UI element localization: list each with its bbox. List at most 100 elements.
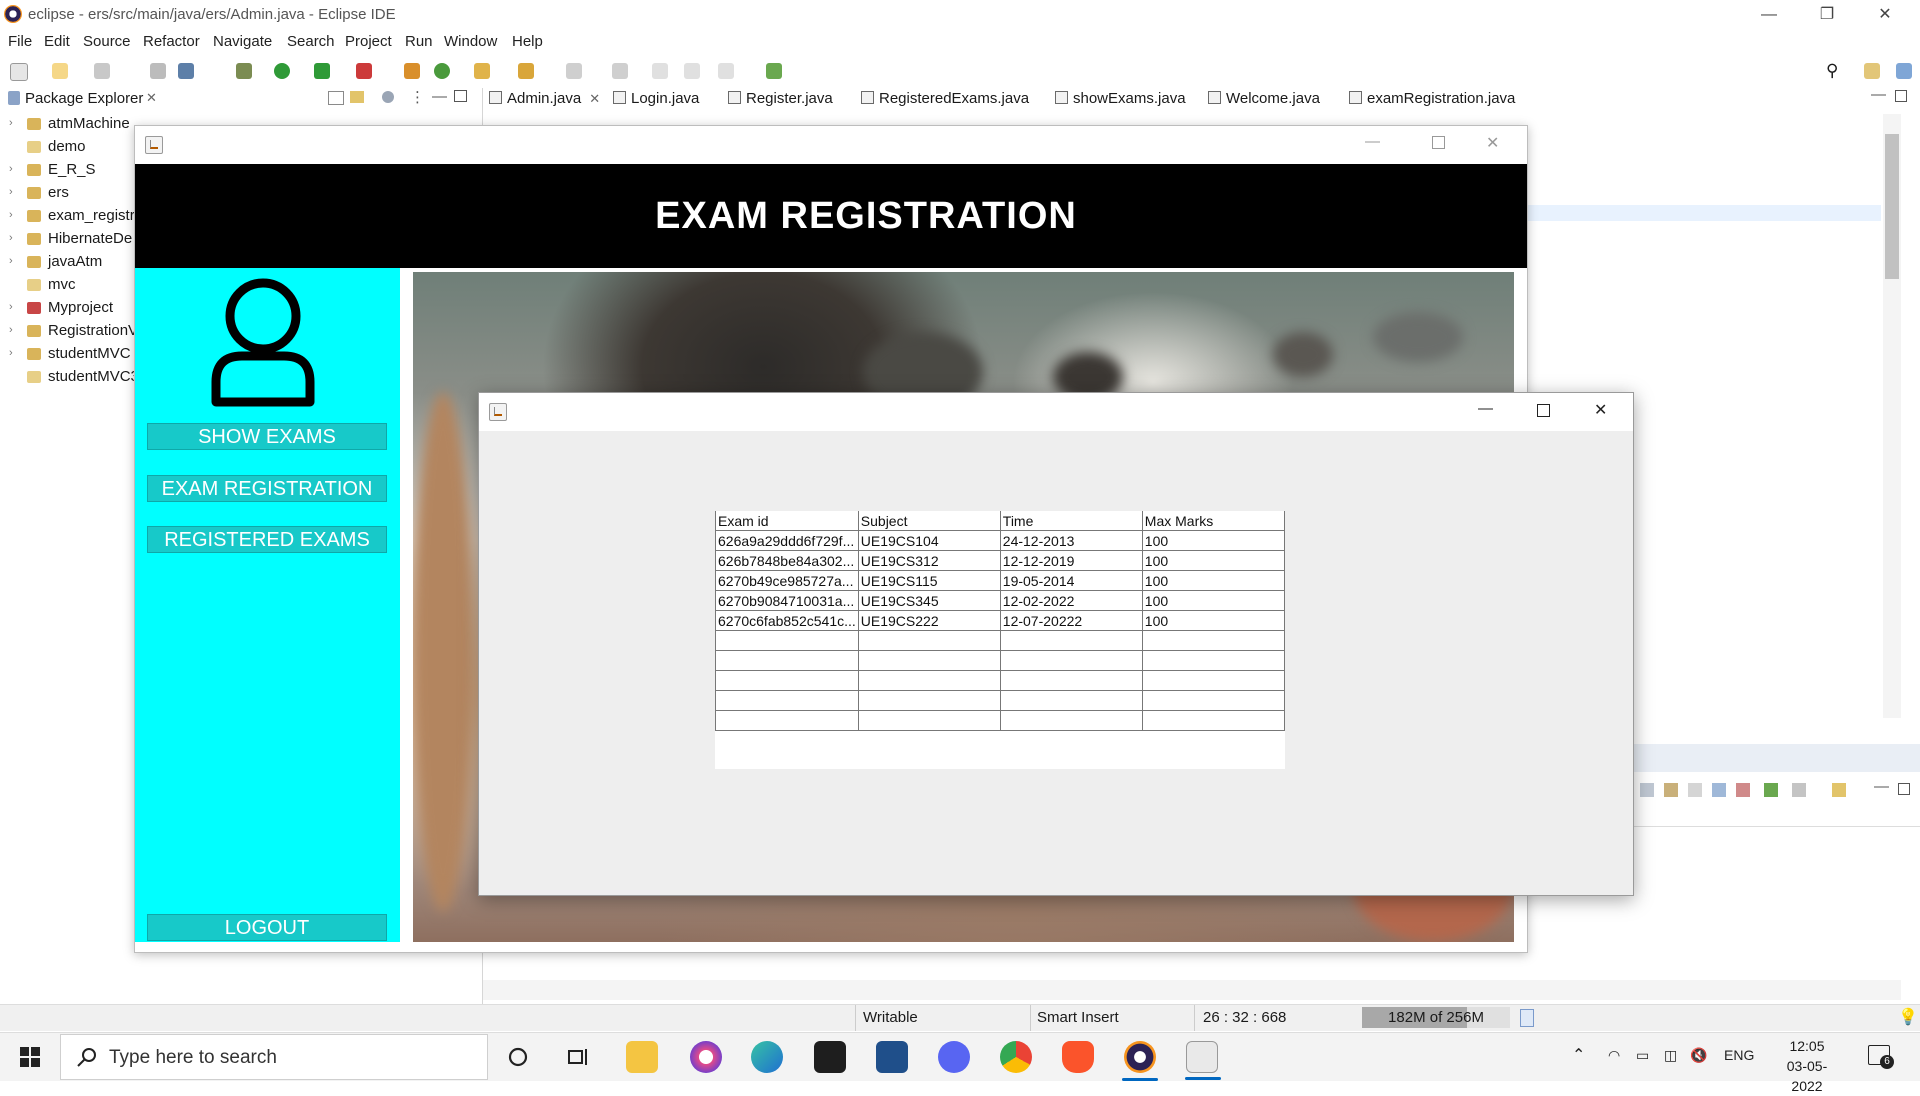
collapse-all-icon[interactable] [328,91,344,105]
cell-exam-id[interactable]: 626b7848be84a302... [715,550,859,571]
menu-navigate[interactable]: Navigate [213,33,272,50]
expand-arrow-icon[interactable]: › [9,232,13,244]
garbage-collect-icon[interactable] [1520,1009,1534,1027]
tab-examregistration-java[interactable]: examRegistration.java [1349,90,1515,107]
view-menu-icon[interactable]: ⋮ [410,88,425,106]
show-console-icon[interactable] [1712,783,1726,797]
heap-status[interactable]: 182M of 256M [1362,1007,1510,1028]
taskbar-search-box[interactable]: Type here to search [60,1034,488,1080]
cell-time[interactable]: 12-07-20222 [999,610,1143,631]
pin-console-icon[interactable] [1764,783,1778,797]
task-view-icon[interactable] [568,1047,590,1067]
cell-max-marks[interactable] [1141,690,1285,711]
maximize-panel-icon[interactable] [1898,783,1910,795]
link-editor-icon[interactable] [350,91,364,103]
project-myproject[interactable]: › Myproject [0,298,140,321]
cell-subject[interactable]: UE19CS345 [857,590,1001,611]
new-icon[interactable] [10,63,28,81]
tab-welcome-java[interactable]: Welcome.java [1208,90,1320,107]
volume-muted-icon[interactable]: 🔇 [1690,1047,1707,1064]
cell-max-marks[interactable] [1141,650,1285,671]
menu-source[interactable]: Source [83,33,131,50]
menu-search[interactable]: Search [287,33,335,50]
display-console-icon[interactable] [1792,783,1806,797]
cell-max-marks[interactable]: 100 [1141,570,1285,591]
minimize-editor-icon[interactable]: — [1871,86,1886,103]
system-clock[interactable]: 12:05 03-05-2022 [1772,1036,1842,1096]
cell-time[interactable] [999,710,1143,731]
cell-time[interactable]: 12-12-2019 [999,550,1143,571]
table-row[interactable]: 626a9a29ddd6f729f... UE19CS104 24-12-2013 1… [715,530,1285,551]
maximize-window-icon[interactable] [1537,404,1550,417]
meet-now-icon[interactable]: ◫ [1664,1047,1677,1064]
menu-window[interactable]: Window [444,33,497,50]
open-perspective-icon[interactable] [1864,63,1880,79]
print-icon[interactable] [150,63,166,79]
external-tools-icon[interactable] [356,63,372,79]
table-row[interactable] [715,650,1285,671]
editor-horizontal-scrollbar[interactable] [483,980,1901,1000]
table-row[interactable] [715,710,1285,731]
expand-arrow-icon[interactable]: › [9,301,13,313]
run-config-icon[interactable] [314,63,330,79]
table-row[interactable]: 6270b49ce985727a... UE19CS115 19-05-2014 10… [715,570,1285,591]
table-row[interactable] [715,630,1285,651]
editor-scroll-thumb[interactable] [1885,134,1899,279]
cell-subject[interactable]: UE19CS222 [857,610,1001,631]
table-row[interactable]: 626b7848be84a302... UE19CS312 12-12-2019 10… [715,550,1285,571]
cell-time[interactable] [999,690,1143,711]
cell-exam-id[interactable]: 6270b9084710031a... [715,590,859,611]
virtualbox-icon[interactable] [876,1041,908,1073]
cell-time[interactable]: 19-05-2014 [999,570,1143,591]
terminal-app-icon[interactable] [814,1041,846,1073]
cell-max-marks[interactable]: 100 [1141,530,1285,551]
cell-subject[interactable] [857,630,1001,651]
clear-console-icon[interactable] [1640,783,1654,797]
show-error-console-icon[interactable] [1736,783,1750,797]
expand-arrow-icon[interactable]: › [9,117,13,129]
cell-subject[interactable]: UE19CS104 [857,530,1001,551]
word-wrap-icon[interactable] [1688,783,1702,797]
exam-registration-button[interactable]: EXAM REGISTRATION [147,475,387,502]
column-header-max-marks[interactable]: Max Marks [1141,511,1285,531]
tip-lightbulb-icon[interactable]: 💡 [1898,1007,1918,1027]
cell-time[interactable]: 24-12-2013 [999,530,1143,551]
maximize-window-icon[interactable] [1432,136,1445,149]
minimize-panel-icon[interactable]: — [1874,778,1889,795]
close-window-icon[interactable]: ✕ [1486,133,1499,153]
cell-exam-id[interactable]: 626a9a29ddd6f729f... [715,530,859,551]
forward-icon[interactable] [684,63,700,79]
tab-register-java[interactable]: Register.java [728,90,833,107]
cell-max-marks[interactable]: 100 [1141,550,1285,571]
forward-history-icon[interactable] [718,63,734,79]
column-header-exam-id[interactable]: Exam id [715,511,859,531]
cell-exam-id[interactable]: 6270b49ce985727a... [715,570,859,591]
filter-icon[interactable] [382,91,394,103]
registered-exams-button[interactable]: REGISTERED EXAMS [147,526,387,553]
search-tool-icon[interactable] [518,63,534,79]
tab-registeredexams-java[interactable]: RegisteredExams.java [861,90,1029,107]
cell-max-marks[interactable]: 100 [1141,610,1285,631]
project-atmmachine[interactable]: › atmMachine [0,114,140,137]
table-row[interactable] [715,690,1285,711]
close-window-icon[interactable]: ✕ [1594,400,1607,420]
file-explorer-icon[interactable] [626,1041,658,1073]
cell-exam-id[interactable] [715,690,859,711]
prev-annotation-icon[interactable] [612,63,628,79]
menu-project[interactable]: Project [345,33,392,50]
show-exams-button[interactable]: SHOW EXAMS [147,423,387,450]
cell-subject[interactable] [857,670,1001,691]
pin-editor-icon[interactable] [766,63,782,79]
cortana-icon[interactable] [508,1047,528,1067]
edge-browser-icon[interactable] [751,1041,783,1073]
terminal-icon[interactable] [178,63,194,79]
cell-exam-id[interactable]: 6270c6fab852c541c... [715,610,859,631]
expand-arrow-icon[interactable]: › [9,186,13,198]
minimize-window-icon[interactable]: — [1478,400,1493,417]
debug-icon[interactable] [236,63,252,79]
menu-run[interactable]: Run [405,33,433,50]
java-perspective-icon[interactable] [1896,63,1912,79]
cell-subject[interactable]: UE19CS312 [857,550,1001,571]
new-java-project-icon[interactable] [404,63,420,79]
logout-button[interactable]: LOGOUT [147,914,387,941]
